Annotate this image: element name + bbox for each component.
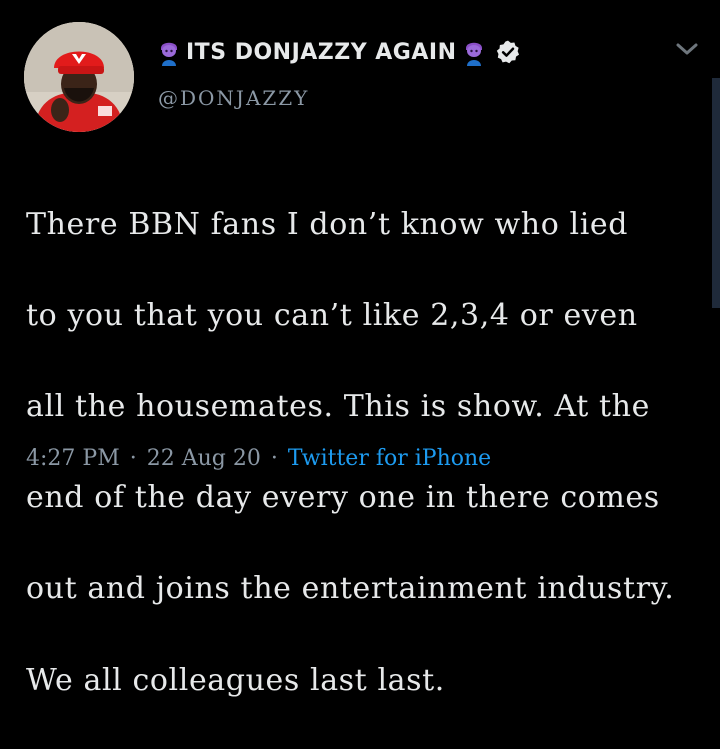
tweet-text-line: to you that you can’t like 2,3,4 or even xyxy=(26,297,638,333)
tweet-meta: 4:27 PM · 22 Aug 20 · Twitter for iPhone xyxy=(26,446,491,471)
meta-separator: · xyxy=(270,446,278,471)
tweet-text-line: We all colleagues last last. xyxy=(26,662,445,698)
tweet-time[interactable]: 4:27 PM xyxy=(26,446,120,471)
genie-emoji-icon xyxy=(465,42,482,66)
avatar-image xyxy=(24,22,134,132)
genie-emoji-icon xyxy=(161,42,177,66)
tweet-date[interactable]: 22 Aug 20 xyxy=(147,446,261,471)
tweet-text-line: out and joins the entertainment industry… xyxy=(26,571,675,607)
verified-badge-icon xyxy=(496,40,519,64)
author-name-row[interactable]: ITS DONJAZZY AGAIN xyxy=(156,36,521,68)
chevron-down-icon[interactable] xyxy=(674,40,700,58)
display-name: ITS DONJAZZY AGAIN xyxy=(186,39,457,65)
author-handle[interactable]: @DONJAZZY xyxy=(158,86,309,110)
avatar[interactable] xyxy=(24,22,134,132)
tweet-text-line: There BBN fans I don’t know who lied xyxy=(26,206,629,242)
scrollbar[interactable] xyxy=(712,78,720,308)
meta-separator: · xyxy=(129,446,137,471)
tweet-text-line: end of the day every one in there comes xyxy=(26,480,660,516)
tweet-source-link[interactable]: Twitter for iPhone xyxy=(288,446,491,471)
tweet-text-line: all the housemates. This is show. At the xyxy=(26,388,650,424)
